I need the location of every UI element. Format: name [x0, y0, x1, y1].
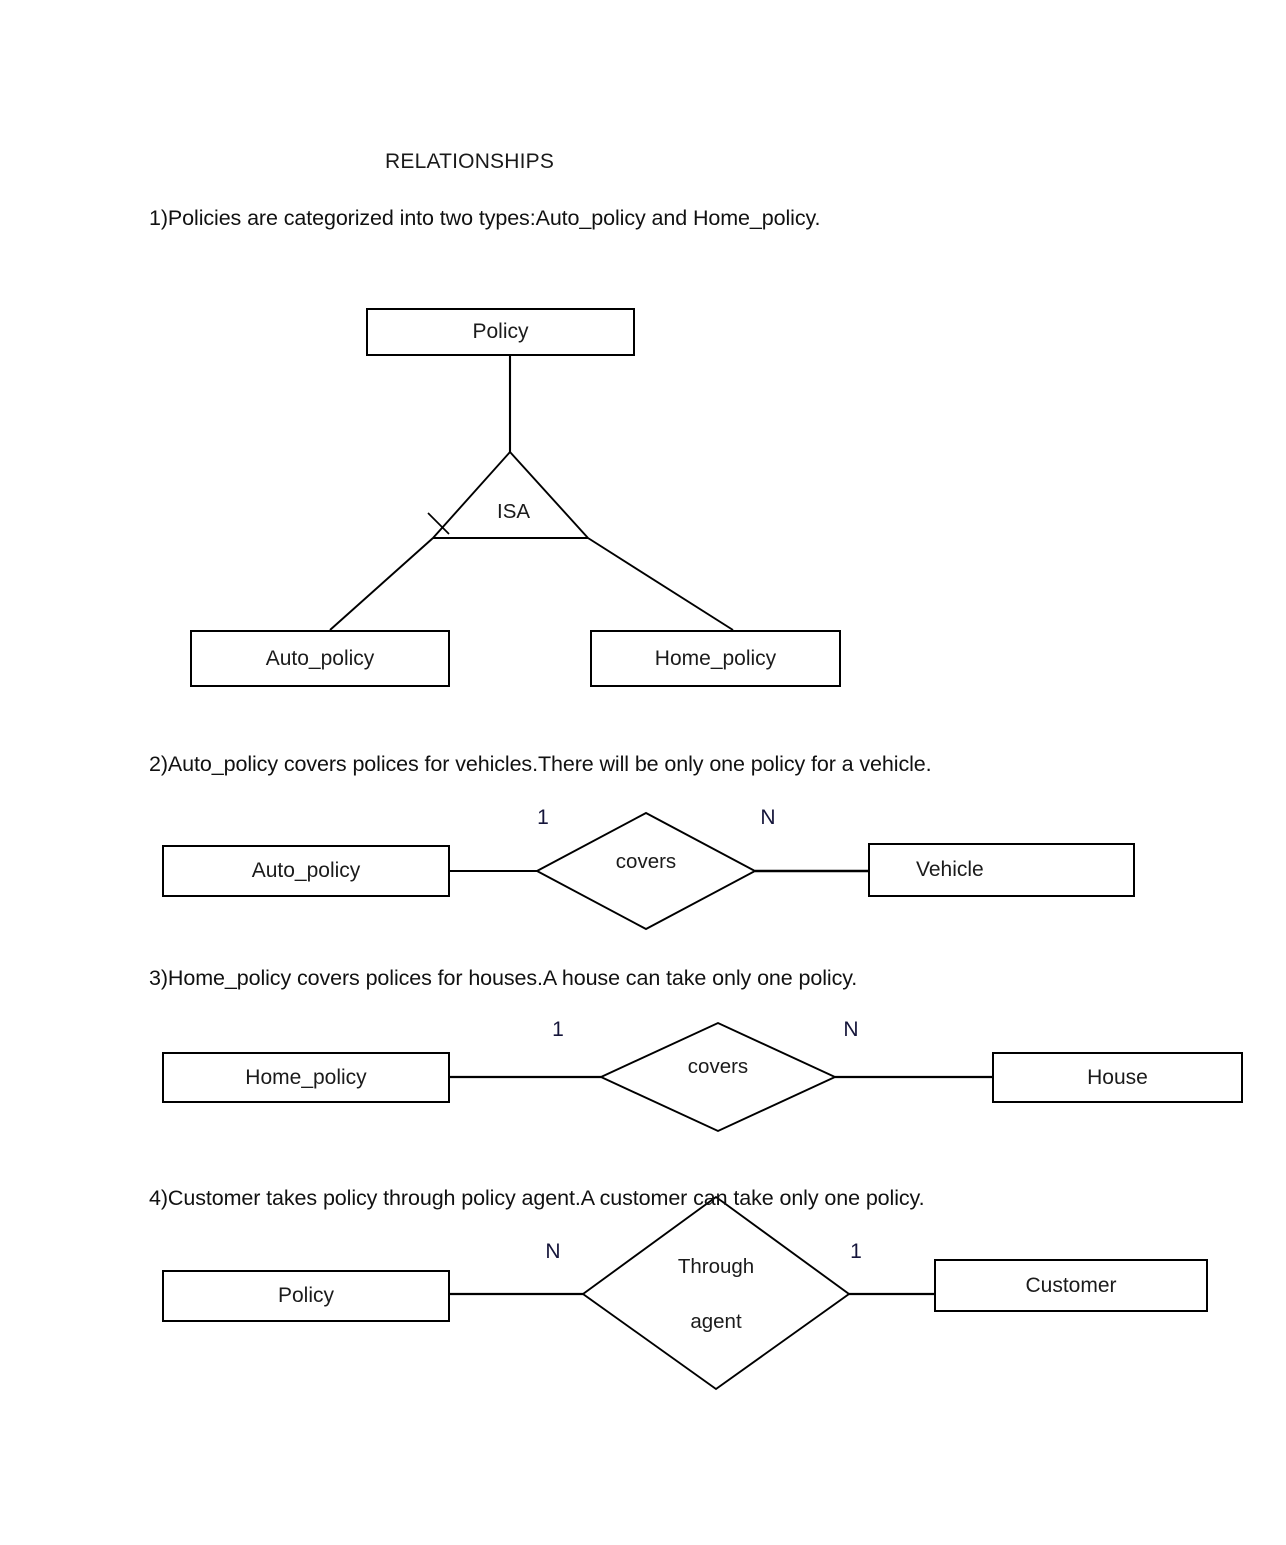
entity-label: Policy — [472, 320, 529, 343]
isa-triangle-left-leg — [432, 451, 511, 539]
entity-policy: Policy — [162, 1270, 450, 1322]
section-2-caption: 2)Auto_policy covers polices for vehicle… — [149, 752, 932, 776]
entity-label: House — [1087, 1065, 1148, 1089]
section-3-caption: 3)Home_policy covers polices for houses.… — [149, 966, 858, 990]
section-1-caption: 1)Policies are categorized into two type… — [149, 206, 821, 230]
cardinality-left-section-3: 1 — [552, 1018, 564, 1041]
s4-relationship-diamond — [581, 1195, 851, 1391]
entity-home-policy: Home_policy — [162, 1052, 450, 1103]
entity-label: Auto_policy — [251, 859, 361, 882]
entity-label: Home_policy — [245, 1065, 367, 1089]
entity-customer: Customer — [934, 1259, 1208, 1312]
entity-label: Policy — [277, 1284, 335, 1307]
entity-label: Vehicle — [916, 858, 984, 881]
relationship-label-covers-vehicle: covers — [615, 850, 677, 873]
entity-home-policy-subtype: Home_policy — [590, 630, 841, 687]
cardinality-right-section-3: N — [843, 1018, 859, 1041]
isa-label: ISA — [497, 500, 531, 523]
isa-to-auto-policy-line — [329, 537, 434, 631]
isa-to-home-policy-line — [587, 537, 734, 631]
document-page: RELATIONSHIPS 1)Policies are categorized… — [0, 0, 1286, 1545]
entity-vehicle: Vehicle — [868, 843, 1135, 897]
cardinality-right-section-2: N — [760, 806, 776, 829]
entity-policy-supertype: Policy — [366, 308, 635, 356]
page-title: RELATIONSHIPS — [385, 150, 555, 173]
isa-triangle-right-leg — [509, 451, 589, 539]
entity-label: Auto_policy — [265, 646, 375, 670]
cardinality-right-section-4: 1 — [850, 1240, 862, 1263]
isa-base-tick-mark — [427, 512, 450, 535]
cardinality-left-section-2: 1 — [537, 806, 549, 829]
relationship-label-agent: agent — [690, 1310, 742, 1333]
section-4-caption: 4)Customer takes policy through policy a… — [149, 1186, 925, 1210]
relationship-label-covers-house: covers — [687, 1055, 749, 1078]
entity-auto-policy-subtype: Auto_policy — [190, 630, 450, 687]
entity-house: House — [992, 1052, 1243, 1103]
entity-auto-policy: Auto_policy — [162, 845, 450, 897]
relationship-label-through: Through — [677, 1255, 755, 1278]
entity-label: Home_policy — [654, 646, 777, 670]
entity-label: Customer — [1025, 1273, 1117, 1297]
cardinality-left-section-4: N — [545, 1240, 561, 1263]
